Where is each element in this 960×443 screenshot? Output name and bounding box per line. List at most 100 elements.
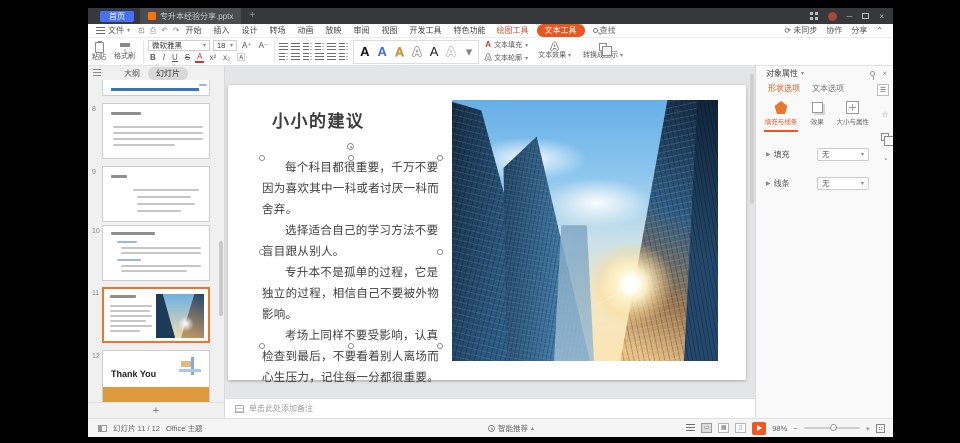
bold-button[interactable]: B: [148, 53, 158, 63]
apps-grid-icon[interactable]: [810, 12, 818, 20]
zoom-in-button[interactable]: +: [866, 424, 870, 433]
resize-handle-ne[interactable]: [437, 155, 443, 161]
fill-select[interactable]: 无 ▾: [817, 148, 869, 161]
panel-menu-icon[interactable]: [93, 69, 101, 76]
tab-review[interactable]: 审阅: [348, 25, 376, 36]
tab-insert[interactable]: 插入: [208, 25, 236, 36]
tab-drawing-tools[interactable]: 绘图工具: [492, 25, 534, 36]
effects-subtab[interactable]: 效果: [811, 101, 824, 132]
align-text-icon[interactable]: [339, 53, 348, 61]
user-avatar[interactable]: [828, 12, 837, 21]
wordart-preset-6[interactable]: A: [446, 45, 455, 58]
tab-text-tools-active[interactable]: 文本工具: [537, 24, 585, 37]
normal-view-button[interactable]: ▭: [701, 423, 712, 433]
tab-view[interactable]: 视图: [376, 25, 404, 36]
text-outline-button[interactable]: A 文本轮廓 ▾: [485, 53, 528, 63]
subscript-button[interactable]: x₂: [221, 53, 232, 63]
collapse-ribbon-icon[interactable]: ⌃: [876, 26, 883, 35]
share-button[interactable]: 分享: [851, 25, 867, 36]
star-icon[interactable]: ☆: [881, 110, 888, 119]
shape-options-tab[interactable]: 形状选项: [768, 83, 800, 94]
slide-sorter-view-button[interactable]: ▦: [718, 423, 729, 433]
file-menu[interactable]: 文件 ▾: [96, 25, 130, 36]
collaborate-button[interactable]: 协作: [826, 25, 842, 36]
resize-handle-e[interactable]: [437, 249, 443, 255]
text-options-tab[interactable]: 文本选项: [812, 83, 844, 94]
slide-title[interactable]: 小小的建议: [272, 107, 365, 132]
justify-icon[interactable]: [315, 53, 324, 61]
columns-icon[interactable]: [327, 53, 336, 61]
increase-font-button[interactable]: A⁺: [240, 41, 254, 51]
gallery-more-icon[interactable]: ▾: [466, 45, 473, 58]
tab-slideshow[interactable]: 放映: [320, 25, 348, 36]
line-spacing-icon[interactable]: [327, 43, 336, 51]
chevron-down-icon[interactable]: ▾: [801, 70, 804, 77]
rotate-handle[interactable]: [347, 143, 354, 150]
underline-button[interactable]: U: [170, 53, 180, 63]
resize-handle-n[interactable]: [348, 155, 354, 161]
reading-view-button[interactable]: ▯: [735, 423, 746, 433]
fill-line-subtab[interactable]: 填充与线条: [764, 101, 798, 132]
thumbnail-slide-9[interactable]: [102, 166, 210, 222]
zoom-slider[interactable]: [804, 427, 860, 429]
history-icon[interactable]: ◔: [883, 155, 888, 164]
save-icon[interactable]: ⊡: [138, 26, 145, 36]
play-slideshow-button[interactable]: [752, 422, 766, 435]
undo-icon[interactable]: ↶: [161, 26, 168, 36]
thumbnail-slide-11-selected[interactable]: [102, 287, 210, 343]
slides-tab-active[interactable]: 幻灯片: [148, 67, 188, 80]
numbering-icon[interactable]: [291, 43, 300, 51]
strikethrough-button[interactable]: S: [183, 53, 192, 63]
panel-scrollbar[interactable]: [219, 241, 223, 316]
font-color-button[interactable]: A: [195, 53, 204, 63]
find-button[interactable]: 查找: [593, 25, 616, 36]
thumbnail-slide-12[interactable]: Thank You: [102, 350, 210, 406]
pin-icon[interactable]: [870, 71, 875, 76]
add-slide-button[interactable]: +: [88, 402, 224, 418]
tab-animation[interactable]: 动画: [292, 25, 320, 36]
tab-developer[interactable]: 开发工具: [404, 25, 448, 36]
paste-button[interactable]: 粘贴: [88, 42, 110, 62]
text-fill-button[interactable]: A 文本填充 ▾: [485, 40, 528, 50]
italic-button[interactable]: I: [161, 53, 167, 63]
size-properties-subtab[interactable]: 大小与属性: [837, 101, 870, 132]
close-button[interactable]: ×: [879, 12, 884, 21]
zoom-out-button[interactable]: −: [793, 424, 797, 433]
panel-switcher-icon[interactable]: ☰: [877, 84, 889, 96]
align-center-icon[interactable]: [291, 53, 300, 61]
thumbnail-slide-10[interactable]: [102, 225, 210, 281]
resize-handle-nw[interactable]: [259, 155, 265, 161]
notes-toggle-icon[interactable]: [686, 424, 695, 432]
sync-status[interactable]: ⟳ 未同步: [784, 25, 817, 36]
align-left-icon[interactable]: [279, 53, 288, 61]
selected-textbox[interactable]: 每个科目都很重要，千万不要因为喜欢其中一科或者讨厌一科而舍弃。 选择适合自己的学…: [262, 158, 440, 346]
resize-handle-s[interactable]: [348, 343, 354, 349]
wordart-preset-4[interactable]: A: [412, 45, 421, 58]
close-panel-icon[interactable]: ×: [882, 69, 887, 78]
superscript-button[interactable]: x²: [207, 53, 218, 63]
fit-to-window-icon[interactable]: [876, 424, 885, 433]
outline-tab[interactable]: 大纲: [124, 68, 140, 79]
expand-triangle-icon[interactable]: ▶: [766, 180, 771, 187]
text-effect-button[interactable]: A 文本效果 ▾: [534, 43, 575, 60]
font-size-select[interactable]: 18 ▾: [213, 40, 237, 51]
font-name-select[interactable]: 微软雅黑 ▾: [148, 40, 210, 51]
format-painter-button[interactable]: 格式刷: [110, 43, 139, 61]
wordart-preset-2[interactable]: A: [378, 45, 387, 58]
tab-features[interactable]: 特色功能: [448, 25, 492, 36]
new-tab-button[interactable]: +: [249, 11, 255, 21]
zoom-slider-thumb[interactable]: [830, 424, 837, 431]
redo-icon[interactable]: ↷: [173, 26, 180, 36]
thumbnail-slide-8[interactable]: [102, 103, 210, 159]
text-direction-icon[interactable]: [339, 43, 348, 51]
resize-handle-se[interactable]: [437, 343, 443, 349]
home-tab[interactable]: 首页: [100, 11, 134, 22]
slide-canvas[interactable]: 小小的建议 每个科目都很重要，千万不要因为喜欢其中一科或者讨厌一科而舍弃。 选择…: [225, 66, 755, 398]
wordart-preset-1[interactable]: A: [360, 45, 369, 58]
slide-image-skyscrapers[interactable]: ✈: [452, 100, 718, 361]
tab-transition[interactable]: 转场: [264, 25, 292, 36]
smart-recommend-button[interactable]: 智能推荐 ▴: [488, 423, 534, 434]
highlight-button[interactable]: 🄰: [235, 53, 247, 63]
tab-home[interactable]: 开始: [180, 25, 208, 36]
convert-to-diagram-button[interactable]: 转换成图示 ▾: [579, 43, 627, 60]
